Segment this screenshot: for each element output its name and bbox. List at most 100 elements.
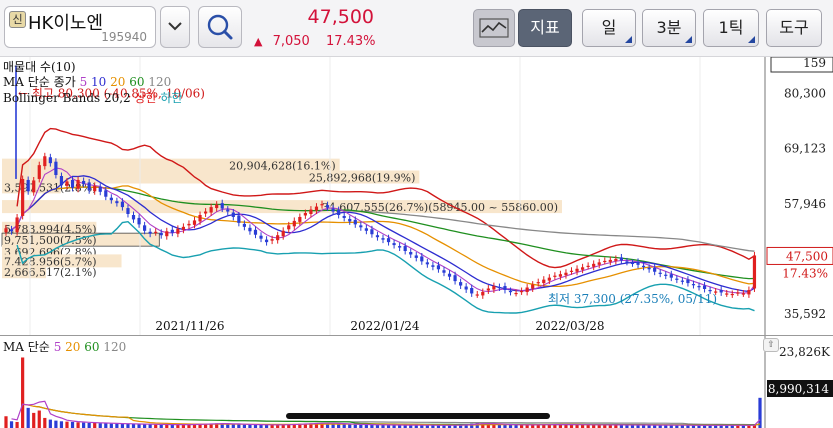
volume-bar bbox=[242, 424, 246, 428]
tick-interval-button[interactable]: 1틱 bbox=[703, 9, 759, 47]
candle-body bbox=[314, 206, 319, 211]
candle-body bbox=[564, 272, 568, 276]
candle-body bbox=[586, 265, 590, 268]
volume-bar bbox=[143, 424, 147, 428]
candle-body bbox=[464, 286, 468, 290]
candle-body bbox=[270, 239, 274, 241]
candle-body bbox=[503, 286, 507, 290]
chart-type-button[interactable] bbox=[473, 9, 515, 47]
candle-body bbox=[325, 205, 330, 208]
candle-body bbox=[348, 218, 352, 222]
period-day-button[interactable]: 일 bbox=[582, 9, 636, 47]
candle-body bbox=[170, 229, 174, 233]
candle-body bbox=[386, 238, 391, 243]
volume-bar bbox=[131, 423, 136, 428]
stock-code: 195940 bbox=[101, 30, 147, 44]
tools-button[interactable]: 도구 bbox=[766, 9, 822, 47]
volume-bar bbox=[59, 421, 64, 428]
candle-body bbox=[82, 180, 86, 184]
candle-body bbox=[253, 229, 258, 235]
candle-body bbox=[492, 286, 496, 290]
date-axis-label: 2022/03/28 bbox=[535, 319, 604, 333]
price-chart-area[interactable]: 20,904,628(16.1%) 25,892,968(19.9%) 3,597,… bbox=[0, 56, 833, 335]
candle-body bbox=[181, 226, 186, 230]
candle-body bbox=[597, 262, 601, 265]
pane-collapse-button[interactable]: ⇧ bbox=[763, 338, 779, 352]
candle-body bbox=[76, 179, 80, 189]
volume-bar bbox=[248, 424, 252, 428]
candle-body bbox=[392, 243, 396, 246]
candle-body bbox=[370, 229, 374, 235]
search-button[interactable] bbox=[198, 6, 242, 48]
candle-body bbox=[276, 235, 280, 241]
top-toolbar: 신 HK이노엔 195940 47,500 ▲ 7,050 17.43% 지표 … bbox=[0, 0, 833, 57]
volume-bar bbox=[353, 424, 357, 428]
candle-body bbox=[259, 235, 263, 239]
candle-body bbox=[580, 267, 585, 270]
stock-name: HK이노엔 bbox=[28, 13, 104, 34]
vol-ma20-legend: 20 bbox=[65, 340, 81, 354]
change-rate: 17.43% bbox=[325, 34, 376, 49]
volume-bar bbox=[237, 424, 241, 428]
candle-body bbox=[359, 225, 363, 228]
volume-bar bbox=[98, 423, 102, 428]
candle-body bbox=[531, 284, 535, 289]
candle-body bbox=[725, 293, 729, 295]
candle-body bbox=[209, 207, 213, 213]
candle-body bbox=[320, 204, 324, 206]
candle-body bbox=[165, 231, 169, 237]
candle-body bbox=[603, 260, 607, 263]
candle-body bbox=[203, 211, 208, 214]
volume-bar bbox=[109, 423, 113, 428]
candle-body bbox=[54, 161, 58, 176]
volume-bar bbox=[159, 424, 163, 428]
candle-body bbox=[159, 232, 163, 236]
volume-bar bbox=[359, 424, 363, 428]
candle-body bbox=[4, 228, 8, 233]
candle-body bbox=[680, 280, 684, 282]
bb-upper-legend: 상한 bbox=[134, 91, 157, 105]
volume-bar bbox=[43, 417, 47, 428]
candle-body bbox=[520, 290, 524, 293]
minute-interval-button[interactable]: 3분 bbox=[642, 9, 696, 47]
candle-body bbox=[198, 214, 202, 222]
price-axis-label: 69,123 bbox=[784, 142, 826, 156]
stock-selector[interactable]: 신 HK이노엔 195940 bbox=[4, 6, 156, 48]
candle-body bbox=[475, 294, 479, 296]
candle-body bbox=[442, 270, 446, 273]
chevron-down-icon bbox=[168, 22, 182, 31]
candle-body bbox=[337, 210, 341, 215]
stock-dropdown-button[interactable] bbox=[160, 6, 190, 48]
indicator-button[interactable]: 지표 bbox=[518, 9, 572, 47]
ma10-legend: 10 bbox=[91, 75, 107, 89]
current-price-axis-label: 47,500 bbox=[786, 249, 828, 263]
price-change: ▲ 7,050 17.43% bbox=[254, 34, 376, 49]
candle-body bbox=[21, 178, 25, 216]
volume-bar bbox=[165, 424, 169, 428]
bollinger-legend: Bollinger Bands 20,2 상한 하한 bbox=[3, 89, 183, 106]
date-axis-label: 2021/11/26 bbox=[155, 319, 224, 333]
candle-body bbox=[658, 272, 662, 274]
candle-body bbox=[215, 204, 219, 209]
candle-body bbox=[104, 190, 108, 197]
candle-body bbox=[59, 176, 64, 185]
ma5-legend: 5 bbox=[79, 75, 88, 89]
candle-body bbox=[303, 213, 307, 216]
volume-bar bbox=[32, 412, 36, 428]
candle-body bbox=[702, 285, 707, 290]
candle-body bbox=[109, 197, 113, 201]
current-rate-axis-label: 17.43% bbox=[782, 266, 828, 280]
vol-ma120-legend: 120 bbox=[103, 340, 127, 354]
candle-body bbox=[187, 223, 191, 226]
volume-bar bbox=[76, 422, 80, 428]
current-price: 47,500 bbox=[307, 6, 374, 28]
home-indicator[interactable] bbox=[286, 413, 550, 419]
candle-body bbox=[592, 263, 596, 267]
price-axis-label: 57,946 bbox=[784, 197, 826, 211]
volume-axis-top-label: 23,826K bbox=[779, 345, 831, 359]
candle-body bbox=[353, 219, 357, 225]
candle-body bbox=[470, 288, 474, 294]
candle-body bbox=[220, 203, 224, 209]
bb-lower-legend: 하한 bbox=[160, 91, 183, 105]
low-annotation: 최저 37,300 (27.35%, 05/11) bbox=[548, 292, 717, 306]
